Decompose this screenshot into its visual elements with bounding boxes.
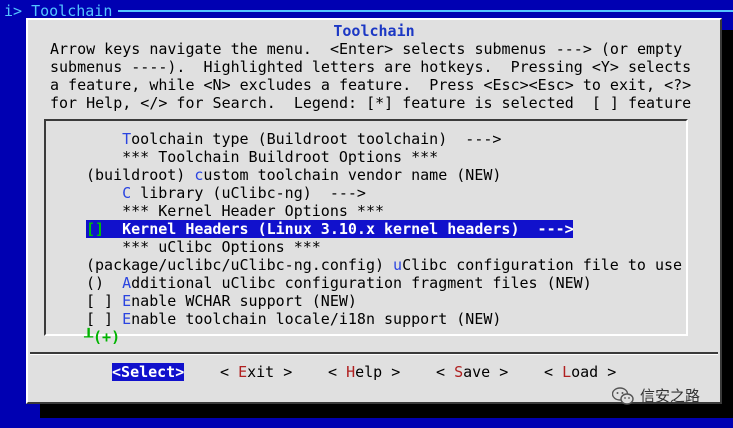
- select-button[interactable]: <Select>: [112, 363, 185, 381]
- menu-item-hotkey: T: [122, 130, 132, 148]
- watermark-text: 信安之路: [640, 387, 701, 405]
- menu-comment-buildroot-options: *** Toolchain Buildroot Options ***: [86, 148, 686, 166]
- menu-item-label: nable toolchain locale/i18n support (NEW…: [131, 310, 502, 328]
- menu-item-label: dditional uClibc configuration fragment …: [131, 274, 592, 292]
- banner-line: [118, 10, 733, 12]
- watermark: 信安之路: [612, 384, 700, 408]
- help-text-line: a feature, while <N> excludes a feature.…: [50, 76, 692, 94]
- help-text-line: submenus ----). Highlighted letters are …: [50, 58, 692, 76]
- menu-item-vendor-name[interactable]: (buildroot) custom toolchain vendor name…: [86, 166, 686, 184]
- menu-item-prefix: (package/uclibc/uClibc-ng.config): [86, 256, 394, 274]
- menu-item-prefix: (buildroot): [86, 166, 195, 184]
- menu-item-label: Clibc configuration file to use: [402, 256, 683, 274]
- menu-item-hotkey: E: [122, 292, 132, 310]
- menu-item-config-fragments[interactable]: () Additional uClibc configuration fragm…: [86, 274, 686, 292]
- menu-item-c-library[interactable]: C library (uClibc-ng) --->: [86, 184, 686, 202]
- menu-comment-uclibc-options: *** uClibc Options ***: [86, 238, 686, 256]
- scroll-more-indicator[interactable]: ┸(+): [84, 328, 120, 346]
- menu-item-hotkey: u: [393, 256, 403, 274]
- menu-item-prefix: [86, 238, 122, 256]
- menu-item-prefix: (): [86, 274, 123, 292]
- button-separator: [30, 352, 718, 355]
- help-text-line: Arrow keys navigate the menu. <Enter> se…: [50, 40, 683, 58]
- top-banner: i> Toolchain: [0, 0, 733, 20]
- menu-item-enable-locale[interactable]: [ ] Enable toolchain locale/i18n support…: [86, 310, 686, 328]
- menu-item-hotkey: A: [122, 274, 132, 292]
- menu-item-hotkey: K: [122, 220, 132, 238]
- menu-item-label: *** Kernel Header Options ***: [122, 202, 385, 220]
- menu-item-hotkey: C: [122, 184, 132, 202]
- menu-item-prefix: [86, 130, 122, 148]
- menu-item-label: *** uClibc Options ***: [122, 238, 321, 256]
- menu-item-label: nable WCHAR support (NEW): [131, 292, 357, 310]
- menu-item-label: ustom toolchain vendor name (NEW): [203, 166, 502, 184]
- menu-item-prefix: [ ]: [86, 310, 123, 328]
- menu-comment-kernel-header-options: *** Kernel Header Options ***: [86, 202, 686, 220]
- menu-item-prefix: [86, 148, 122, 166]
- help-button[interactable]: < Help >: [328, 363, 400, 381]
- menuconfig-dialog: Toolchain Arrow keys navigate the menu. …: [26, 18, 722, 404]
- menu-item-label: ernel Headers (Linux 3.10.x kernel heade…: [131, 220, 573, 238]
- load-button[interactable]: < Load >: [544, 363, 616, 381]
- menu-item-kernel-headers[interactable]: [] Kernel Headers (Linux 3.10.x kernel h…: [86, 220, 573, 238]
- menu-item-hotkey: E: [122, 310, 132, 328]
- menu-item-label: oolchain type (Buildroot toolchain) --->: [131, 130, 502, 148]
- help-text-line: for Help, </> for Search. Legend: [*] fe…: [50, 94, 692, 112]
- menu-item-label: library (uClibc-ng) --->: [131, 184, 366, 202]
- menu-item-toolchain-type[interactable]: Toolchain type (Buildroot toolchain) ---…: [86, 130, 686, 148]
- menu-item-prefix: []: [86, 220, 123, 238]
- wechat-icon: [612, 387, 634, 405]
- exit-button[interactable]: < Exit >: [220, 363, 292, 381]
- menu-item-uclibc-config-file[interactable]: (package/uclibc/uClibc-ng.config) uClibc…: [86, 256, 686, 274]
- save-button[interactable]: < Save >: [436, 363, 508, 381]
- dialog-title: Toolchain: [333, 22, 415, 40]
- menu-item-label: *** Toolchain Buildroot Options ***: [122, 148, 439, 166]
- menu-item-prefix: [86, 184, 122, 202]
- menu-item-prefix: [86, 202, 122, 220]
- menu-item-prefix: [ ]: [86, 292, 123, 310]
- menu-item-enable-wchar[interactable]: [ ] Enable WCHAR support (NEW): [86, 292, 686, 310]
